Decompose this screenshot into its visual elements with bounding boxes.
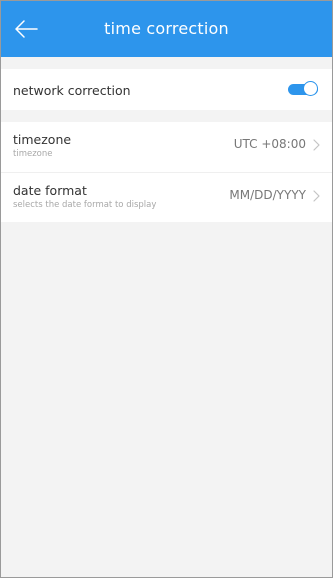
network-correction-label: network correction	[13, 83, 131, 98]
network-correction-row: network correction	[1, 69, 332, 110]
timezone-row[interactable]: timezone timezone UTC +08:00	[1, 122, 332, 172]
network-card: network correction	[1, 69, 332, 110]
timezone-value: UTC +08:00	[233, 137, 306, 151]
date-format-label: date format	[13, 183, 87, 198]
page-title: time correction	[104, 19, 229, 38]
chevron-right-icon	[313, 139, 320, 151]
date-format-row[interactable]: date format selects the date format to d…	[1, 172, 332, 222]
time-correction-screen: time correction network correction timez…	[0, 0, 333, 578]
chevron-right-icon	[313, 190, 320, 202]
time-settings-card: timezone timezone UTC +08:00 date format…	[1, 122, 332, 222]
date-format-sublabel: selects the date format to display	[13, 200, 157, 210]
timezone-label: timezone	[13, 132, 72, 147]
date-format-value: MM/DD/YYYY	[229, 188, 306, 202]
network-correction-toggle[interactable]	[288, 81, 320, 98]
toggle-knob	[303, 81, 318, 96]
app-header: time correction	[1, 1, 332, 57]
timezone-sublabel: timezone	[13, 149, 53, 159]
